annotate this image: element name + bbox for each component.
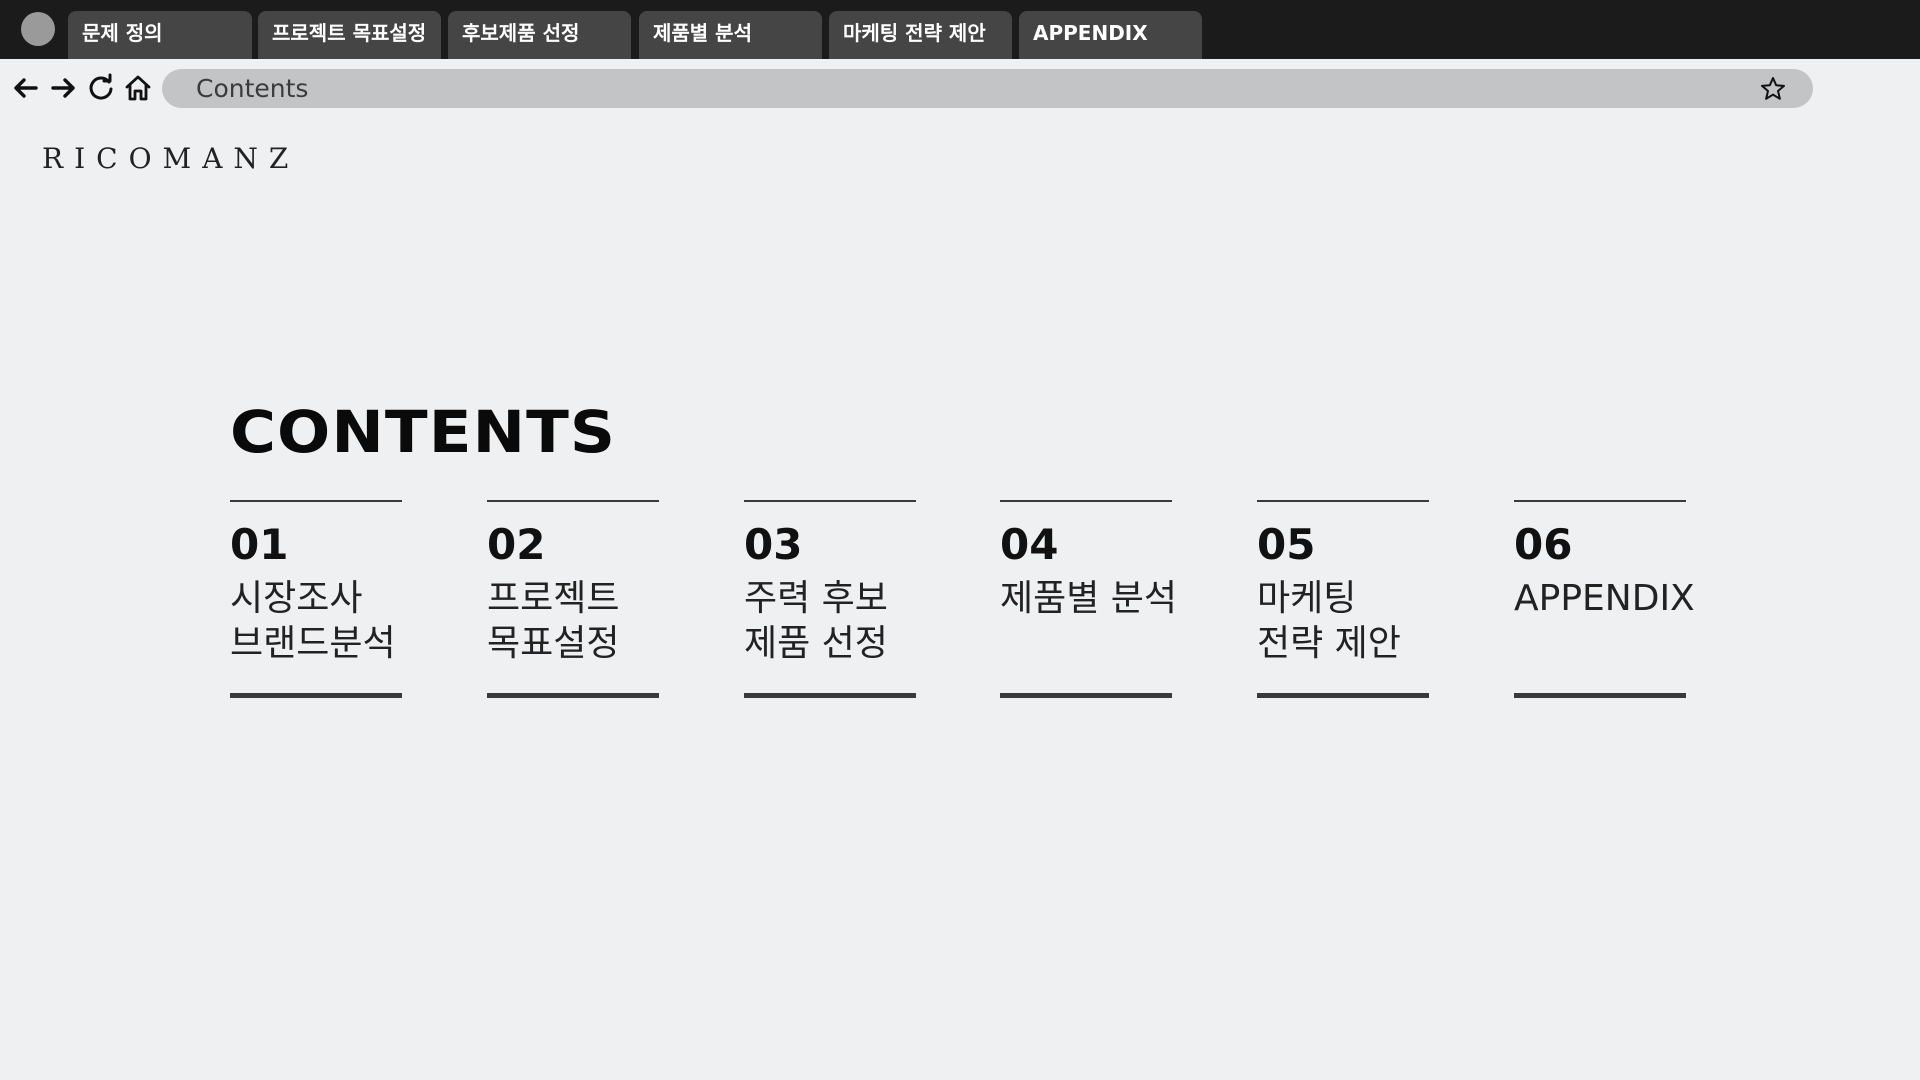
forward-arrow-icon[interactable] bbox=[47, 72, 79, 104]
item-number: 01 bbox=[230, 520, 289, 569]
back-arrow-icon[interactable] bbox=[10, 72, 42, 104]
star-icon[interactable] bbox=[1759, 75, 1787, 103]
item-label: 시장조사 브랜드분석 bbox=[230, 578, 396, 664]
item-bottom-divider bbox=[1257, 693, 1429, 698]
tab-candidate-products[interactable]: 후보제품 선정 bbox=[448, 11, 631, 59]
item-top-divider bbox=[230, 500, 402, 502]
address-text: Contents bbox=[196, 74, 309, 103]
item-bottom-divider bbox=[1514, 693, 1686, 698]
item-top-divider bbox=[487, 500, 659, 502]
item-label: 주력 후보 제품 선정 bbox=[744, 578, 888, 664]
tab-project-goals[interactable]: 프로젝트 목표설정 bbox=[258, 11, 441, 59]
item-top-divider bbox=[1514, 500, 1686, 502]
tab-appendix[interactable]: APPENDIX bbox=[1019, 11, 1202, 59]
browser-tab-bar: 문제 정의 프로젝트 목표설정 후보제품 선정 제품별 분석 마케팅 전략 제안… bbox=[0, 0, 1920, 59]
item-label: 마케팅 전략 제안 bbox=[1257, 578, 1401, 664]
contents-item-02[interactable]: 02 프로젝트 목표설정 bbox=[487, 500, 659, 700]
contents-item-03[interactable]: 03 주력 후보 제품 선정 bbox=[744, 500, 916, 700]
brand-logo: RICOMANZ bbox=[42, 142, 300, 175]
page-title: CONTENTS bbox=[230, 398, 617, 466]
contents-item-01[interactable]: 01 시장조사 브랜드분석 bbox=[230, 500, 402, 700]
item-top-divider bbox=[1000, 500, 1172, 502]
item-bottom-divider bbox=[230, 693, 402, 698]
window-control-dot[interactable] bbox=[21, 12, 55, 46]
item-bottom-divider bbox=[744, 693, 916, 698]
contents-item-05[interactable]: 05 마케팅 전략 제안 bbox=[1257, 500, 1429, 700]
item-number: 04 bbox=[1000, 520, 1059, 569]
tab-marketing-strategy[interactable]: 마케팅 전략 제안 bbox=[829, 11, 1012, 59]
item-number: 03 bbox=[744, 520, 803, 569]
item-top-divider bbox=[1257, 500, 1429, 502]
item-label: 프로젝트 목표설정 bbox=[487, 578, 620, 664]
address-bar[interactable]: Contents bbox=[162, 69, 1813, 108]
contents-item-06[interactable]: 06 APPENDIX bbox=[1514, 500, 1695, 700]
item-label: 제품별 분석 bbox=[1000, 578, 1178, 619]
item-label: APPENDIX bbox=[1514, 578, 1695, 619]
item-number: 05 bbox=[1257, 520, 1316, 569]
item-bottom-divider bbox=[1000, 693, 1172, 698]
home-icon[interactable] bbox=[122, 72, 154, 104]
item-bottom-divider bbox=[487, 693, 659, 698]
refresh-icon[interactable] bbox=[85, 72, 117, 104]
browser-nav-bar: Contents bbox=[0, 59, 1920, 115]
item-top-divider bbox=[744, 500, 916, 502]
item-number: 02 bbox=[487, 520, 546, 569]
item-number: 06 bbox=[1514, 520, 1573, 569]
tab-product-analysis[interactable]: 제품별 분석 bbox=[639, 11, 822, 59]
tab-problem-definition[interactable]: 문제 정의 bbox=[68, 11, 252, 59]
contents-item-04[interactable]: 04 제품별 분석 bbox=[1000, 500, 1177, 700]
